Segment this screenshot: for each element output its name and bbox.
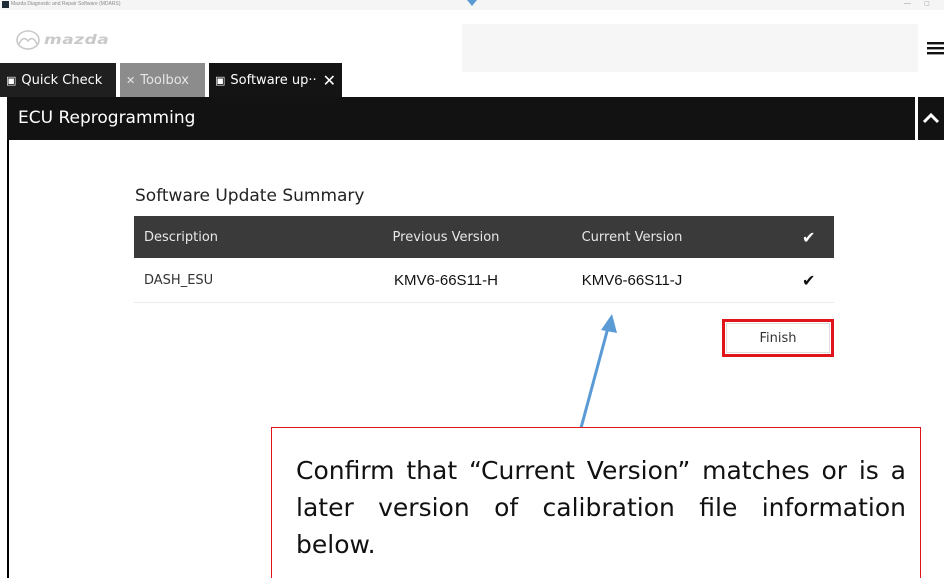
- tab-label: Quick Check: [21, 72, 103, 88]
- annotation-arrow: [579, 314, 617, 429]
- app-header: mazda: [0, 10, 944, 72]
- app-icon: [2, 1, 9, 8]
- instruction-callout: Confirm that “Current Version” matches o…: [271, 427, 921, 578]
- minimize-button[interactable]: —: [904, 0, 911, 7]
- tab-label: Software up··: [230, 72, 317, 88]
- table-row: DASH_ESU KMV6-66S11-H KMV6-66S11-J ✔: [134, 258, 834, 303]
- row-current-version: KMV6-66S11-J: [581, 271, 683, 289]
- chip-icon: ▣: [215, 73, 226, 87]
- section-header: ECU Reprogramming: [7, 97, 915, 140]
- row-description: DASH_ESU: [144, 272, 214, 288]
- mazda-emblem-icon: [16, 30, 40, 50]
- tab-bar: ▣ Quick Check ✕ Toolbox ▣ Software up·· …: [0, 63, 346, 97]
- camera-icon: ▣: [6, 73, 17, 87]
- finish-button[interactable]: Finish: [726, 323, 830, 353]
- section-title: ECU Reprogramming: [18, 108, 196, 128]
- checkmark-icon: ✔: [802, 270, 816, 290]
- content-border: [7, 140, 9, 578]
- row-previous-version: KMV6-66S11-H: [394, 271, 498, 289]
- checkmark-icon: ✔: [802, 227, 816, 247]
- window-title: Mazda Diagnostic and Repair Software (MD…: [11, 1, 121, 7]
- logo-wordmark: mazda: [44, 32, 110, 48]
- column-header-previous-version: Previous Version: [392, 229, 500, 245]
- column-header-current-version: Current Version: [581, 229, 683, 245]
- chevron-up-icon: [922, 112, 940, 124]
- tab-label: Toolbox: [140, 72, 189, 88]
- column-header-description: Description: [144, 229, 219, 245]
- mazda-logo: mazda: [16, 30, 109, 50]
- hamburger-menu-icon[interactable]: [927, 40, 944, 56]
- tools-icon: ✕: [126, 73, 136, 87]
- maximize-button[interactable]: ▢: [924, 0, 930, 7]
- header-panel: [462, 24, 918, 72]
- table-header: Description Previous Version Current Ver…: [134, 216, 834, 258]
- callout-text: Confirm that “Current Version” matches o…: [296, 456, 906, 559]
- tab-quick-check[interactable]: ▣ Quick Check: [0, 63, 116, 97]
- collapse-button[interactable]: [918, 97, 944, 140]
- tab-toolbox[interactable]: ✕ Toolbox: [120, 63, 205, 97]
- summary-table: Description Previous Version Current Ver…: [134, 216, 834, 303]
- tab-software-update[interactable]: ▣ Software up·· ✕: [209, 63, 342, 97]
- close-tab-icon[interactable]: ✕: [323, 71, 336, 90]
- summary-title: Software Update Summary: [135, 186, 365, 206]
